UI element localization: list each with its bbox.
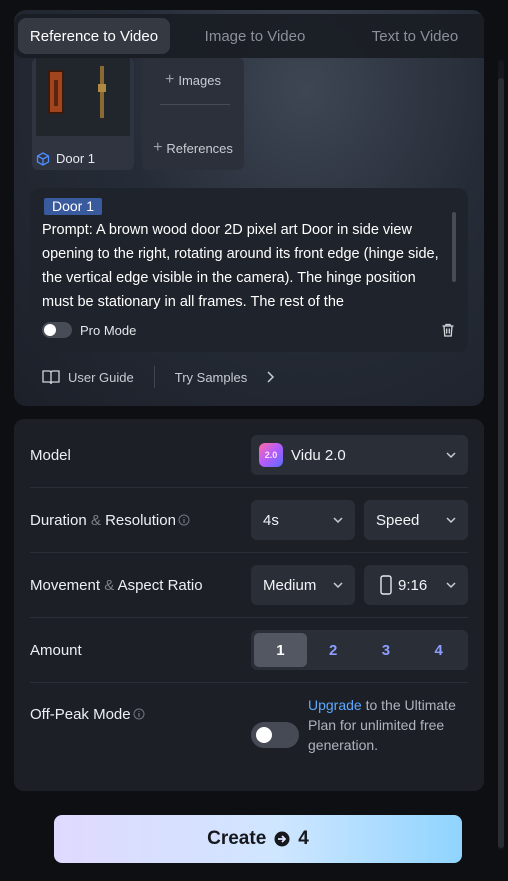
model-value: Vidu 2.0 — [291, 446, 346, 464]
movement-aspect-label: Movement & Aspect Ratio — [30, 576, 203, 594]
info-icon[interactable] — [133, 708, 145, 720]
model-select[interactable]: 2.0 Vidu 2.0 — [251, 435, 468, 475]
amount-option-4[interactable]: 4 — [412, 633, 465, 667]
duration-select[interactable]: 4s — [251, 500, 355, 540]
amount-selector: 1 2 3 4 — [251, 630, 468, 670]
create-label: Create — [207, 828, 267, 849]
prompt-scrollbar[interactable] — [452, 212, 456, 282]
cube-icon — [36, 151, 50, 166]
reference-panel: Reference to Video Image to Video Text t… — [14, 10, 484, 406]
divider — [30, 617, 468, 618]
chevron-down-icon — [446, 452, 456, 459]
chevron-right-icon — [267, 371, 275, 383]
add-card: + Images + References — [142, 58, 244, 170]
tab-reference-to-video[interactable]: Reference to Video — [18, 18, 170, 54]
upgrade-link[interactable]: Upgrade — [308, 697, 362, 713]
user-guide-label: User Guide — [68, 369, 134, 385]
settings-panel: Model 2.0 Vidu 2.0 Duration & Resolution… — [14, 419, 484, 791]
offpeak-label: Off-Peak Mode — [30, 705, 131, 723]
aspect-ratio-value: 9:16 — [398, 576, 428, 594]
offpeak-toggle[interactable] — [251, 722, 299, 748]
add-images-button[interactable]: + Images — [142, 72, 244, 88]
guide-row: User Guide Try Samples — [42, 366, 275, 388]
amount-option-1[interactable]: 1 — [254, 633, 307, 667]
aspect-ratio-select[interactable]: 9:16 — [364, 565, 468, 605]
try-samples-label: Try Samples — [174, 369, 248, 385]
trash-icon[interactable] — [440, 322, 456, 338]
reference-card-door-1[interactable]: Door 1 — [32, 58, 134, 170]
book-icon — [42, 370, 60, 385]
scrollbar-thumb[interactable] — [498, 78, 504, 848]
try-samples-link[interactable]: Try Samples — [175, 370, 275, 385]
plus-icon: + — [165, 71, 175, 88]
movement-value: Medium — [263, 576, 317, 594]
reference-name: Door 1 — [56, 151, 96, 166]
info-icon[interactable] — [178, 514, 190, 526]
create-button[interactable]: Create 4 — [54, 815, 462, 863]
portrait-frame-icon — [380, 575, 392, 595]
add-references-label: References — [166, 140, 233, 156]
model-label: Model — [30, 446, 71, 464]
amount-label: Amount — [30, 641, 82, 659]
user-guide-link[interactable]: User Guide — [42, 369, 134, 385]
duration-resolution-label: Duration & Resolution — [30, 511, 176, 529]
chevron-down-icon — [333, 582, 343, 589]
movement-select[interactable]: Medium — [251, 565, 355, 605]
resolution-select[interactable]: Speed — [364, 500, 468, 540]
amount-option-2[interactable]: 2 — [307, 633, 360, 667]
pro-mode-toggle-row[interactable]: Pro Mode — [42, 322, 136, 338]
prompt-box[interactable]: Door 1 Prompt: A brown wood door 2D pixe… — [30, 188, 468, 352]
divider — [160, 104, 230, 105]
upgrade-message: Upgrade to the Ultimate Plan for unlimit… — [308, 695, 458, 755]
resolution-value: Speed — [376, 511, 420, 529]
divider — [30, 552, 468, 553]
mode-tabs: Reference to Video Image to Video Text t… — [14, 14, 484, 58]
pro-mode-toggle[interactable] — [42, 322, 72, 338]
create-cost: 4 — [298, 828, 309, 849]
chevron-down-icon — [446, 517, 456, 524]
divider — [30, 487, 468, 488]
chevron-down-icon — [446, 582, 456, 589]
plus-icon: + — [153, 139, 163, 156]
add-images-label: Images — [178, 72, 221, 88]
chevron-down-icon — [333, 517, 343, 524]
divider — [153, 366, 155, 388]
tab-image-to-video[interactable]: Image to Video — [170, 18, 340, 54]
credit-icon — [274, 831, 290, 847]
add-references-button[interactable]: + References — [142, 140, 244, 156]
vidu-logo-icon: 2.0 — [259, 443, 283, 467]
prompt-input[interactable]: Prompt: A brown wood door 2D pixel art D… — [42, 218, 446, 310]
pro-mode-label: Pro Mode — [80, 322, 137, 338]
divider — [30, 682, 468, 683]
duration-value: 4s — [263, 511, 279, 529]
prompt-reference-tag[interactable]: Door 1 — [44, 198, 103, 215]
reference-thumbnail — [36, 58, 130, 136]
tab-text-to-video[interactable]: Text to Video — [340, 18, 484, 54]
reference-label: Door 1 — [36, 151, 95, 166]
amount-option-3[interactable]: 3 — [360, 633, 413, 667]
